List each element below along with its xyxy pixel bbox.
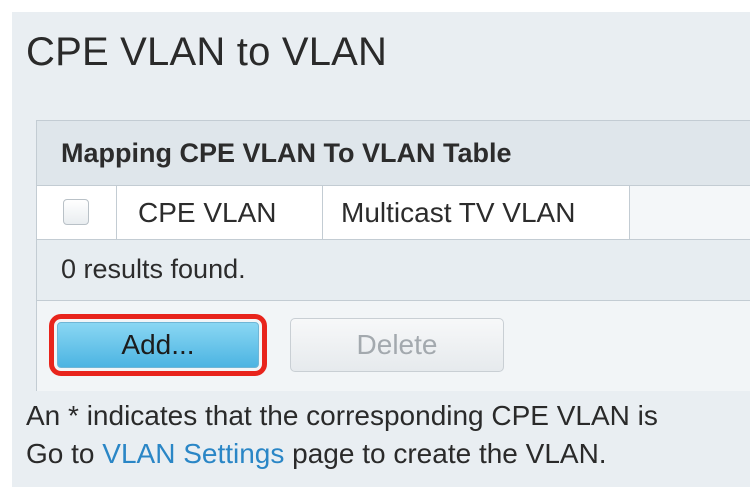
results-status-row: 0 results found. — [37, 240, 750, 301]
page-title: CPE VLAN to VLAN — [26, 30, 388, 74]
column-header-label: CPE VLAN — [138, 197, 277, 228]
cpe-vlan-note: An * indicates that the corresponding CP… — [26, 400, 658, 431]
note-suffix: page to create the VLAN. — [284, 438, 607, 469]
mapping-table-panel: Mapping CPE VLAN To VLAN Table CPE VLAN … — [36, 120, 750, 391]
note-prefix: Go to — [26, 438, 103, 469]
column-header-multicast-tv-vlan: Multicast TV VLAN — [323, 186, 630, 239]
select-all-cell — [37, 186, 117, 239]
results-count: 0 results found. — [61, 254, 246, 284]
content-frame: CPE VLAN to VLAN Mapping CPE VLAN To VLA… — [12, 12, 750, 487]
vlan-settings-note: Go to VLAN Settings page to create the V… — [26, 438, 607, 470]
column-header-cpe-vlan: CPE VLAN — [117, 186, 323, 239]
table-caption: Mapping CPE VLAN To VLAN Table — [61, 138, 512, 168]
vlan-settings-link[interactable]: VLAN Settings — [102, 438, 284, 469]
add-button[interactable]: Add... — [57, 322, 259, 368]
column-header-label: Multicast TV VLAN — [341, 197, 576, 228]
table-header-row: CPE VLAN Multicast TV VLAN — [37, 186, 750, 240]
checkbox-icon[interactable] — [63, 199, 89, 225]
table-caption-bar: Mapping CPE VLAN To VLAN Table — [37, 121, 750, 186]
table-action-bar: Add... Delete — [37, 301, 750, 391]
delete-button[interactable]: Delete — [290, 318, 504, 372]
